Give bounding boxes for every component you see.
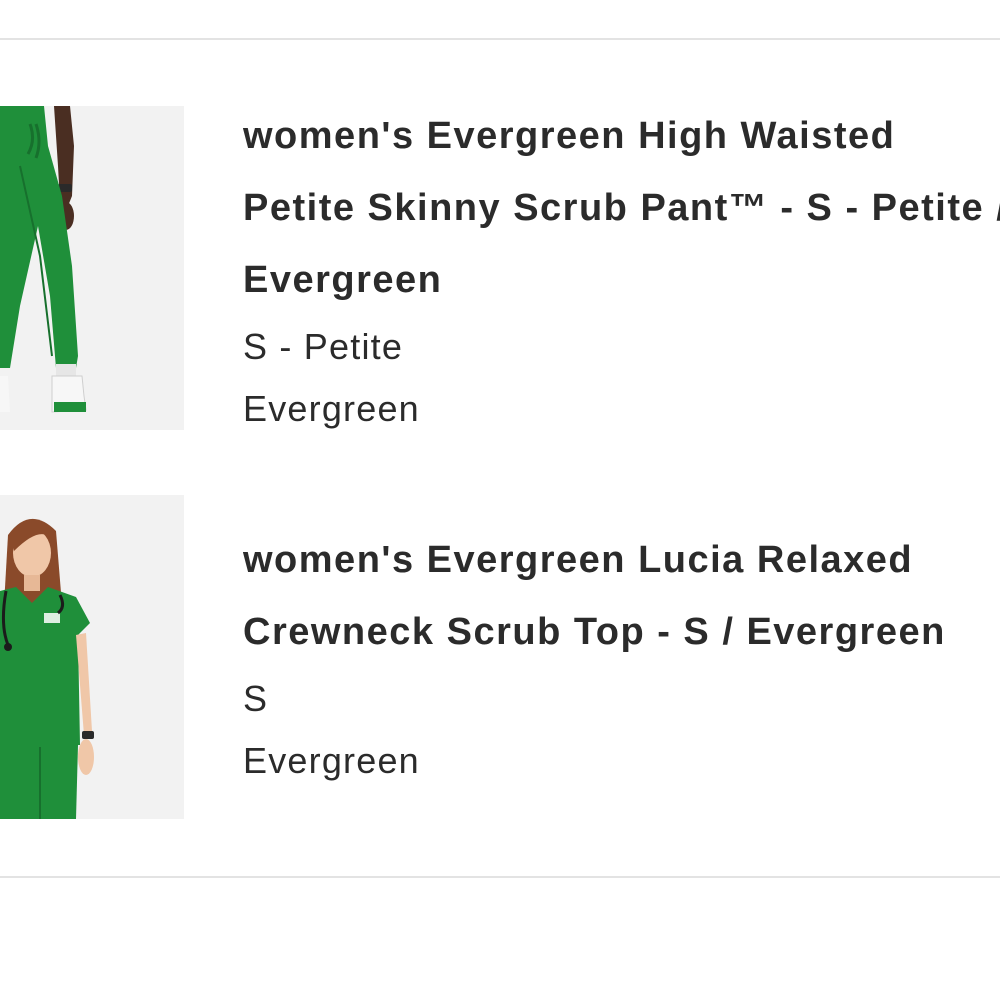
product-color: Evergreen [243,388,420,429]
product-title-line[interactable]: Crewneck Scrub Top - S / Evergreen [243,596,1000,668]
product-size: S [243,678,269,719]
cart-item-details: women's Evergreen Lucia Relaxed Crewneck… [243,524,1000,792]
product-size: S - Petite [243,326,404,367]
scrub-top-product-image[interactable] [0,495,184,819]
cart-item[interactable]: women's Evergreen Lucia Relaxed Crewneck… [0,495,1000,819]
order-items-page: women's Evergreen High Waisted Petite Sk… [0,0,1000,1000]
cart-item-details: women's Evergreen High Waisted Petite Sk… [243,100,1000,440]
product-title-line[interactable]: women's Evergreen Lucia Relaxed [243,524,1000,596]
product-title-line[interactable]: Evergreen [243,244,1000,316]
product-title-line[interactable]: women's Evergreen High Waisted [243,100,1000,172]
bottom-divider [0,876,1000,878]
scrub-pant-product-image[interactable] [0,106,184,430]
product-color: Evergreen [243,740,420,781]
cart-item[interactable]: women's Evergreen High Waisted Petite Sk… [0,106,1000,430]
product-title-line[interactable]: Petite Skinny Scrub Pant™ - S - Petite / [243,172,1000,244]
top-divider [0,38,1000,40]
